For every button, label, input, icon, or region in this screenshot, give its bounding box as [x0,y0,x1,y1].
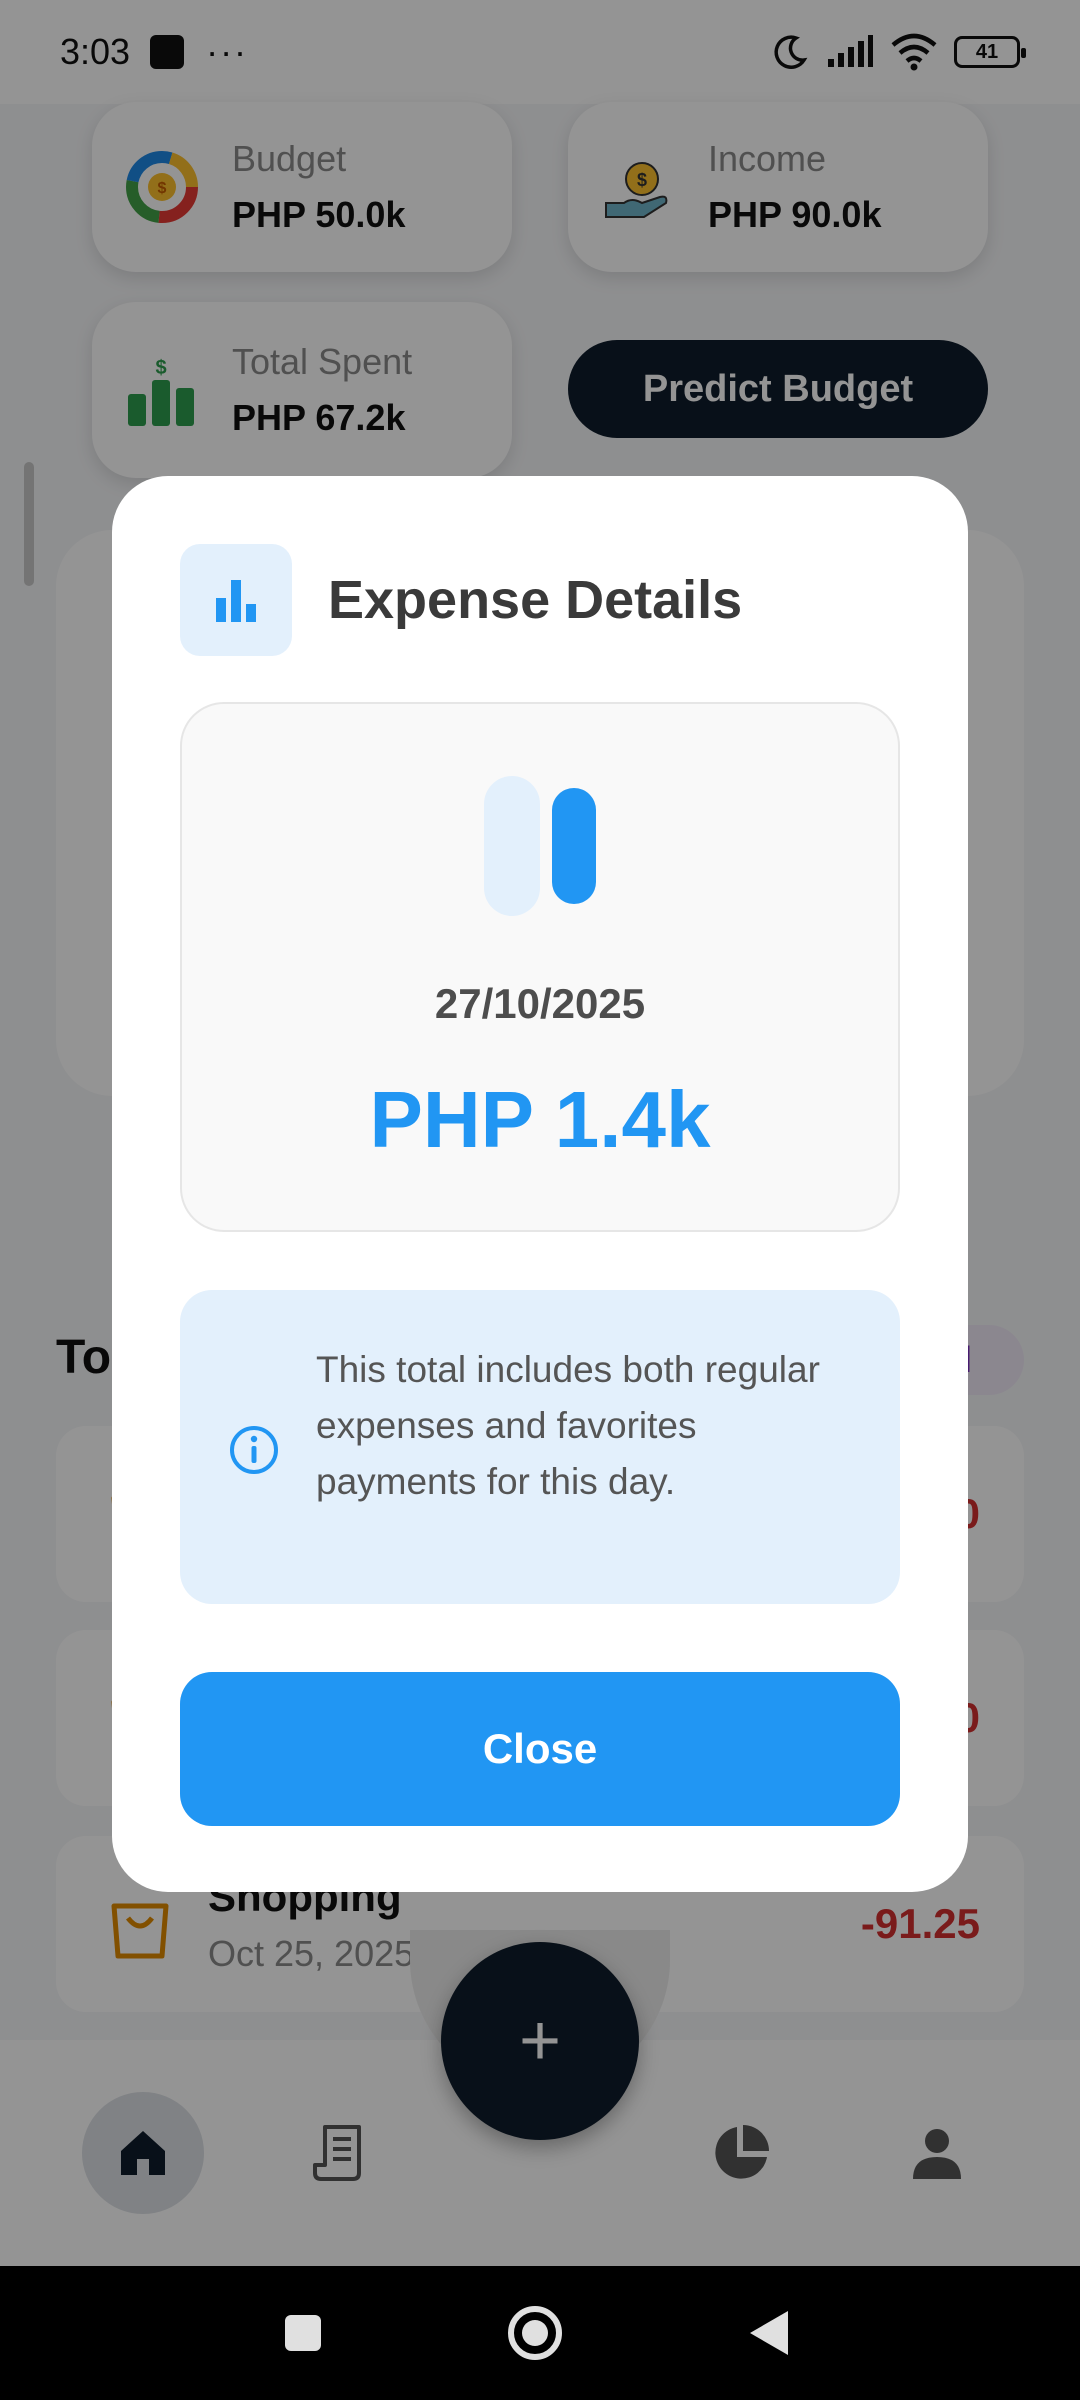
bar-indicator-light [484,776,540,916]
screen: 3:03 ··· 41 $ Budget PHP 50.0k $ Income … [0,0,1080,2400]
close-button[interactable]: Close [180,1672,900,1826]
home-system-button[interactable] [502,2300,568,2366]
dialog-title: Expense Details [328,570,743,630]
bar-indicator-blue [552,788,596,904]
expense-amount: PHP 1.4k [369,1075,711,1164]
info-box: This total includes both regular expense… [180,1290,900,1604]
expense-date: 27/10/2025 [434,980,646,1027]
back-triangle-icon [750,2311,788,2355]
circle-home-icon [508,2306,562,2360]
back-button[interactable] [736,2300,802,2366]
dialog-header: Expense Details [180,544,742,656]
dialog-icon-container [180,544,292,656]
recent-apps-button[interactable] [270,2300,336,2366]
info-circle-icon [230,1426,278,1474]
square-icon [285,2315,321,2351]
bar-chart-icon [216,580,256,622]
expense-details-dialog: Expense Details 27/10/2025 PHP 1.4k This… [112,476,968,1892]
expense-summary-box: 27/10/2025 PHP 1.4k [180,702,900,1232]
info-text: This total includes both regular expense… [316,1349,820,1502]
